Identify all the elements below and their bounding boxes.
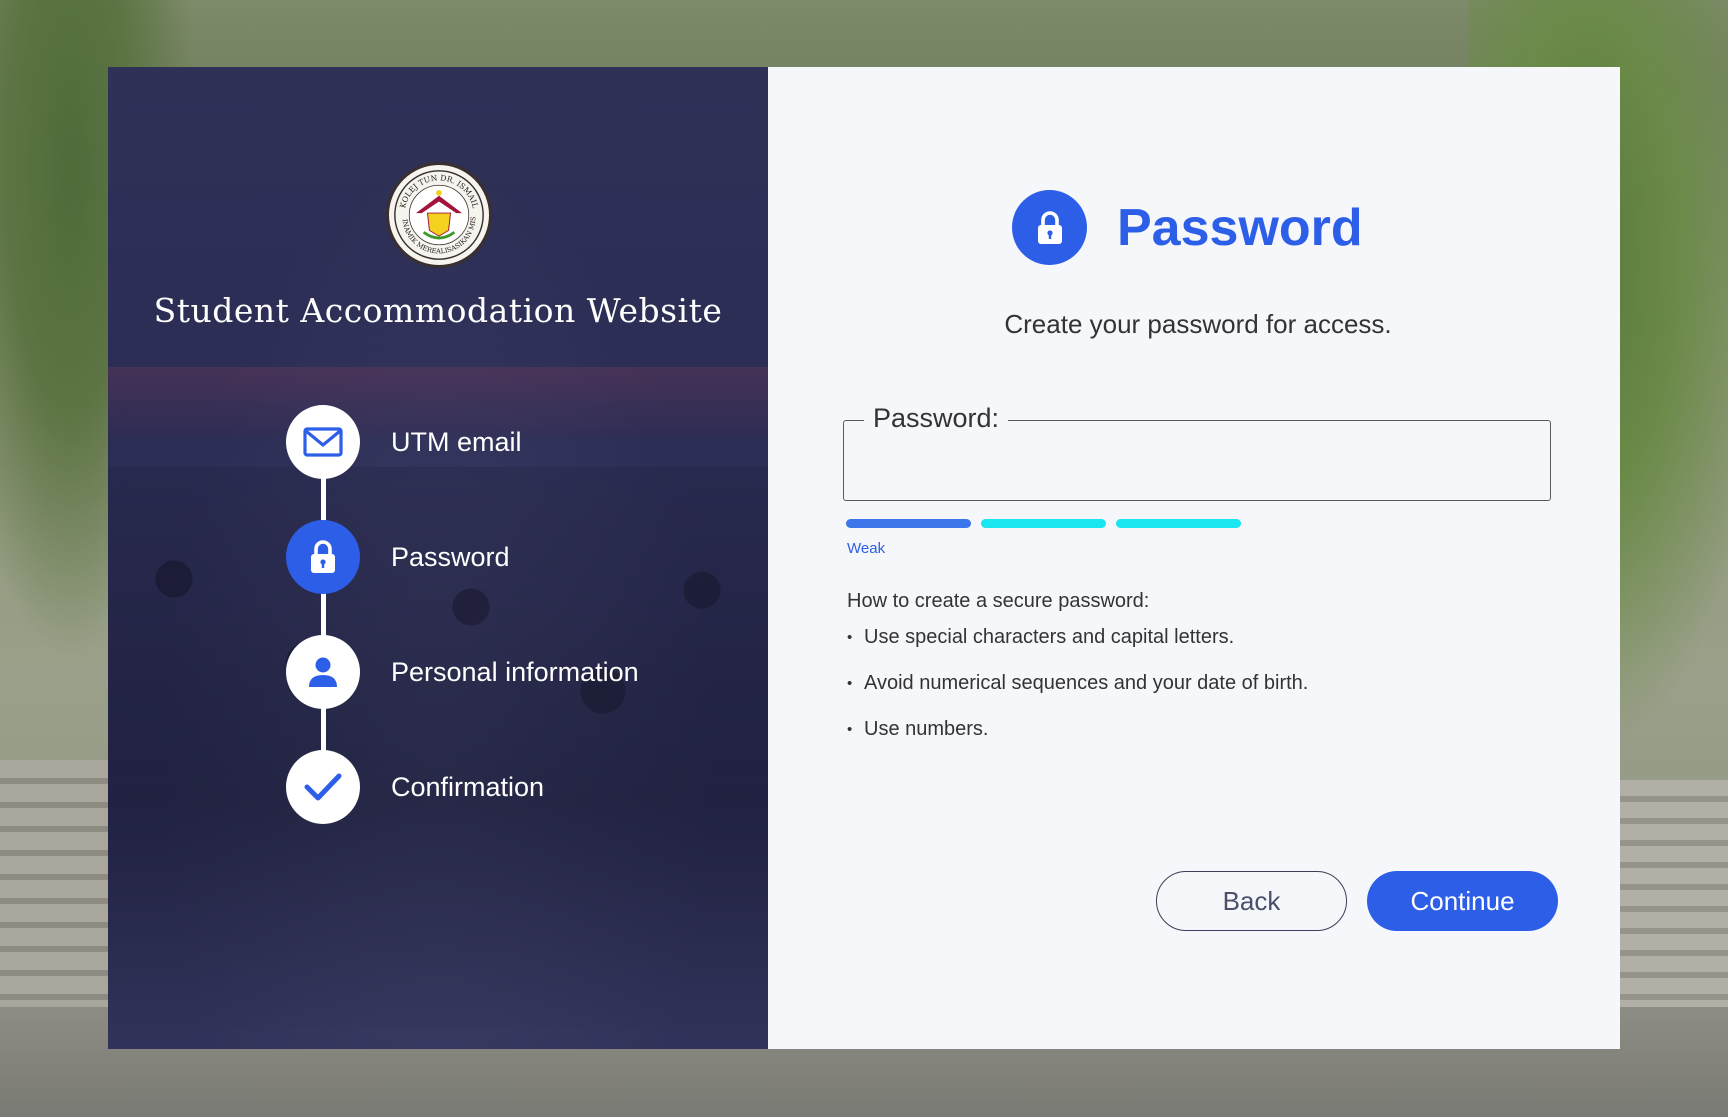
lock-icon — [311, 540, 335, 573]
form-header: Password — [1012, 190, 1363, 265]
strength-segment-2 — [981, 519, 1106, 528]
check-icon — [304, 773, 342, 801]
step-label: Password — [391, 541, 510, 572]
form-panel: Password Create your password for access… — [768, 67, 1620, 1049]
tips-heading: How to create a secure password: — [847, 590, 1150, 612]
tip-item: Avoid numerical sequences and your date … — [847, 672, 1308, 695]
person-icon — [309, 657, 337, 687]
step-password[interactable]: Password — [286, 520, 510, 594]
step-label: Confirmation — [391, 771, 545, 802]
password-tips: How to create a secure password: Use spe… — [847, 590, 1308, 764]
page-title: Password — [1117, 198, 1363, 257]
progress-panel: KOLEJ TUN DR. ISMAIL DINAMIK MEREALISASI… — [108, 67, 768, 1049]
step-personal-information[interactable]: Personal information — [286, 635, 639, 709]
step-label: Personal information — [391, 656, 639, 687]
password-field-label: Password: — [864, 403, 1009, 434]
progress-connector-line — [321, 445, 326, 775]
page-subtitle: Create your password for access. — [1004, 309, 1392, 339]
step-label: UTM email — [391, 426, 522, 457]
step-circle — [286, 635, 360, 709]
step-circle — [286, 750, 360, 824]
lock-icon — [1037, 210, 1062, 244]
college-crest-icon: KOLEJ TUN DR. ISMAIL DINAMIK MEREALISASI… — [391, 167, 484, 260]
tips-list: Use special characters and capital lette… — [847, 626, 1308, 741]
strength-segment-3 — [1116, 519, 1241, 528]
background-stairs-left — [0, 760, 110, 1010]
step-utm-email[interactable]: UTM email — [286, 405, 522, 479]
back-button[interactable]: Back — [1156, 871, 1347, 931]
password-field-group: Password: — [843, 403, 1551, 501]
step-circle — [286, 405, 360, 479]
tip-item: Use numbers. — [847, 718, 1308, 741]
strength-segment-1 — [846, 519, 971, 528]
header-lock-badge — [1012, 190, 1087, 265]
continue-button[interactable]: Continue — [1367, 871, 1558, 931]
password-strength-meter — [846, 519, 1241, 528]
mail-icon — [303, 427, 343, 457]
password-input[interactable] — [864, 441, 1524, 485]
tip-item: Use special characters and capital lette… — [847, 626, 1308, 649]
college-logo: KOLEJ TUN DR. ISMAIL DINAMIK MEREALISASI… — [386, 162, 492, 268]
signup-card: KOLEJ TUN DR. ISMAIL DINAMIK MEREALISASI… — [108, 67, 1620, 1049]
password-strength-label: Weak — [847, 540, 886, 557]
site-title: Student Accommodation Website — [153, 291, 723, 330]
step-circle-active — [286, 520, 360, 594]
step-confirmation[interactable]: Confirmation — [286, 750, 544, 824]
